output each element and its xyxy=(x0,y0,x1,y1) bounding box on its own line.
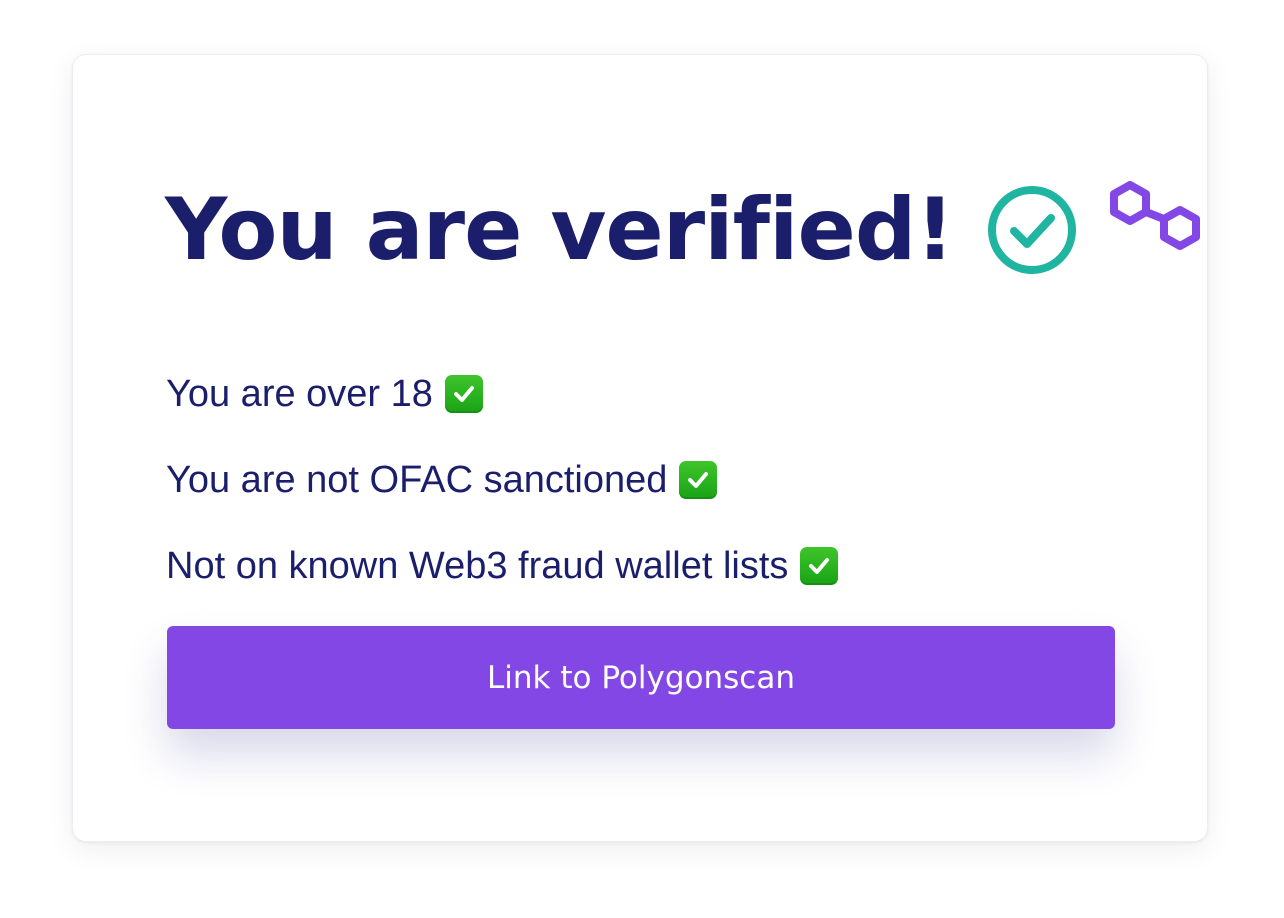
verification-card: You are verified! You are over 18 You ar… xyxy=(72,54,1208,842)
check-item-ofac: You are not OFAC sanctioned xyxy=(166,437,838,523)
green-check-icon xyxy=(444,375,483,413)
page-title: You are verified! xyxy=(165,180,955,280)
title-row: You are verified! xyxy=(165,165,1200,295)
check-item-label: You are not OFAC sanctioned xyxy=(166,458,668,501)
link-to-polygonscan-button[interactable]: Link to Polygonscan xyxy=(167,626,1115,729)
check-item-label: Not on known Web3 fraud wallet lists xyxy=(166,544,789,587)
check-circle-icon xyxy=(986,184,1078,276)
check-item-label: You are over 18 xyxy=(166,372,433,415)
polygon-logo-icon xyxy=(1108,181,1200,263)
check-item-fraud-lists: Not on known Web3 fraud wallet lists xyxy=(166,523,839,609)
check-item-age: You are over 18 xyxy=(166,351,838,437)
green-check-icon xyxy=(679,461,718,499)
green-check-icon xyxy=(800,547,839,585)
verification-checks: You are over 18 You are not OFAC sanctio… xyxy=(166,351,839,609)
